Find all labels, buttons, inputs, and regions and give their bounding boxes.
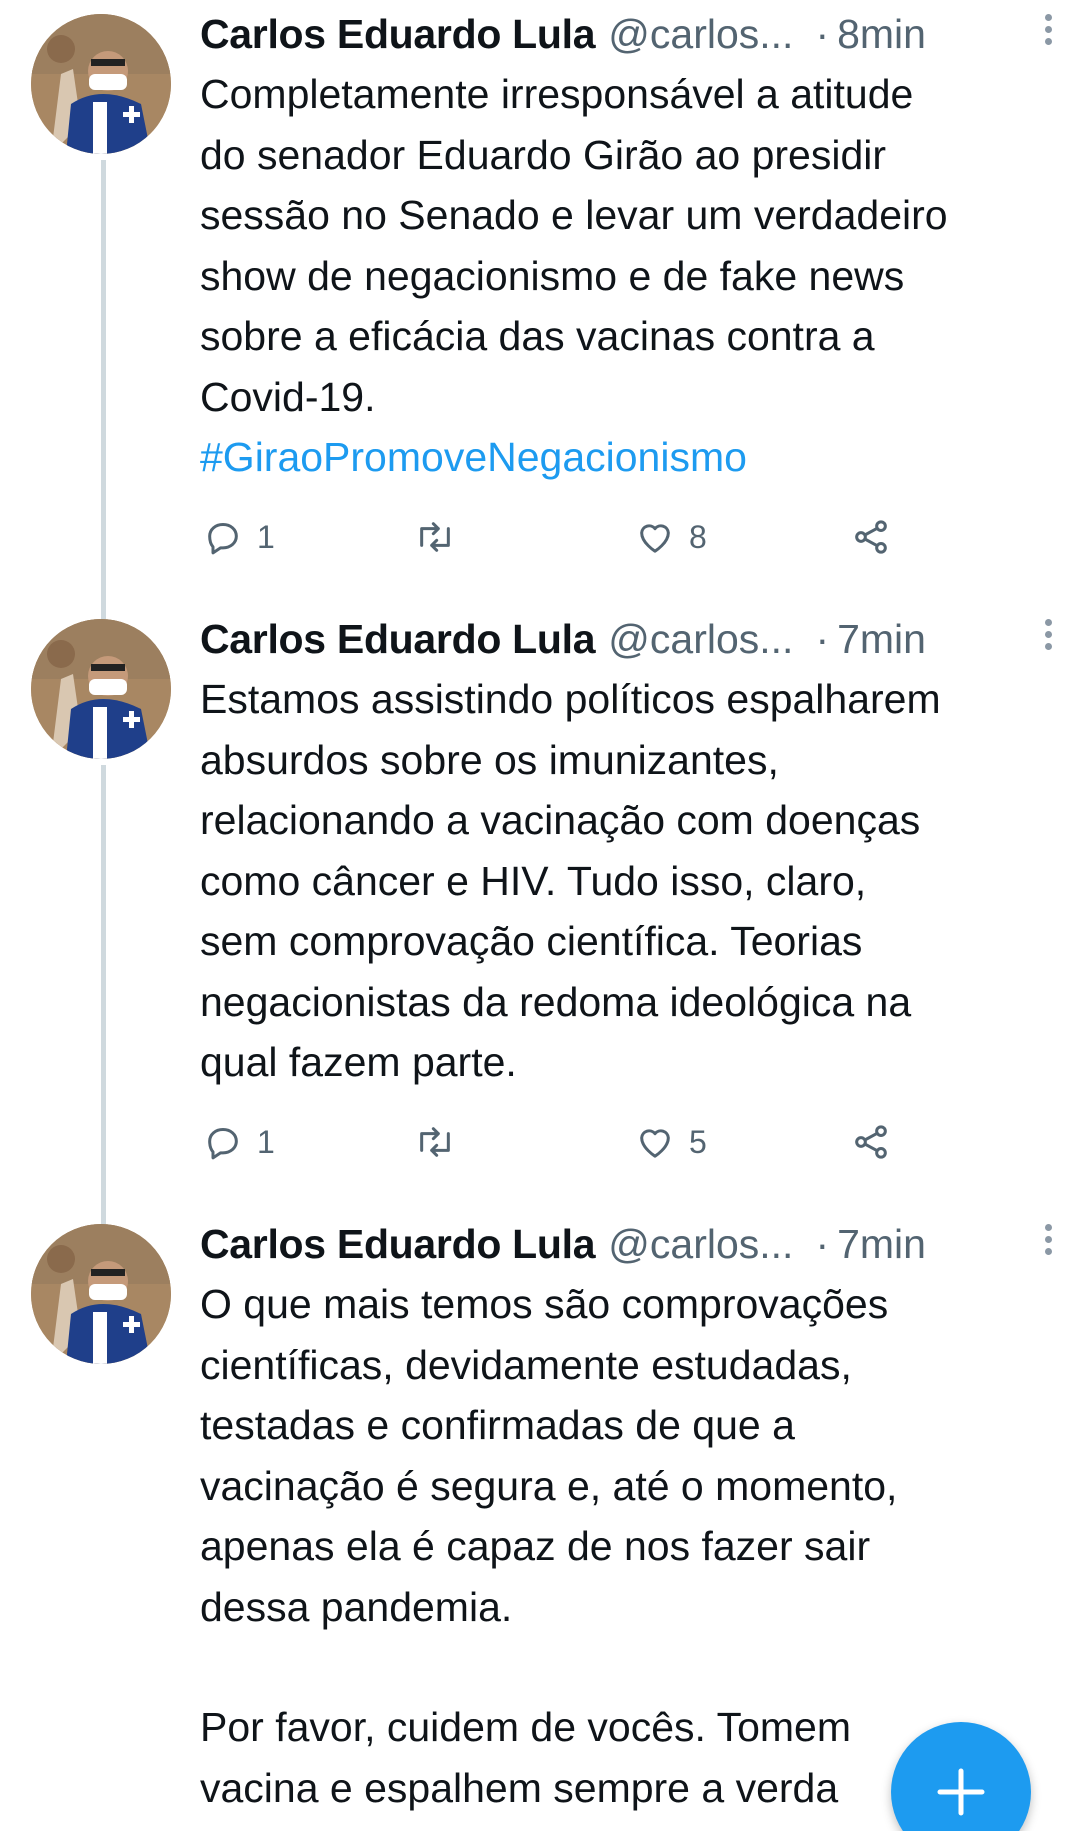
tweet-thread: Carlos Eduardo Lula @carlos... · 8min Co… [0,0,1080,1831]
like-button[interactable]: 8 [635,512,707,562]
thread-line [101,160,106,605]
separator: · [815,10,830,57]
retweet-button[interactable] [413,1117,471,1167]
retweet-icon [420,522,450,552]
text-line: do senador Eduardo Girão ao presidir [200,131,887,178]
reply-icon [208,1128,238,1160]
user-avatar-photo-icon [31,1224,171,1364]
plus-icon [937,1768,985,1816]
share-icon [855,520,887,554]
text-line: show de negacionismo e de fake news [200,252,905,299]
reply-button[interactable]: 1 [203,512,275,562]
heart-icon [640,1129,670,1158]
author-handle[interactable]: @carlos... [608,1221,793,1268]
text-line: Completamente irresponsável a atitude [200,71,914,117]
tweet-header: Carlos Eduardo Lula @carlos... · 7min [200,609,1060,669]
avatar[interactable] [31,1224,171,1364]
more-options-icon[interactable] [1038,14,1058,54]
user-avatar-photo-icon [31,14,171,154]
timestamp[interactable]: 8min [837,11,926,58]
share-icon [855,1125,887,1159]
thread-line [101,765,106,1210]
author-name[interactable]: Carlos Eduardo Lula [200,11,596,58]
tweet-text: Completamente irresponsável a atitude do… [200,64,1060,488]
retweet-icon [420,1127,450,1157]
text-line: testadas e confirmadas de que a [200,1402,795,1448]
text-line: como câncer e HIV. Tudo isso, claro, [200,857,867,904]
text-line: sessão no Senado e levar um verdadeiro [200,192,948,238]
tweet-header: Carlos Eduardo Lula @carlos... · 7min [200,1214,1060,1274]
hashtag-link[interactable]: #GiraoPromoveNegacionismo [200,427,1060,488]
text-line: absurdos sobre os imunizantes, [200,736,779,783]
author-name[interactable]: Carlos Eduardo Lula [200,616,596,663]
separator: · [815,615,830,662]
author-name[interactable]: Carlos Eduardo Lula [200,1221,596,1268]
text-line: dessa pandemia. [200,1583,513,1630]
text-line: Covid-19. [200,373,376,420]
text-line: Estamos assistindo políticos espalharem [200,676,941,722]
author-handle[interactable]: @carlos... [608,11,793,58]
text-line: relacionando a vacinação com doenças [200,797,921,843]
text-line: sobre a eficácia das vacinas contra a [200,313,875,359]
heart-icon [640,524,670,553]
more-options-icon[interactable] [1038,619,1058,659]
tweet-actions: 1 8 [200,512,920,562]
tweet[interactable]: Carlos Eduardo Lula @carlos... · 7min Es… [0,605,1080,1210]
reply-count: 1 [257,518,275,555]
text-line: apenas ela é capaz de nos fazer sair [200,1523,871,1569]
reply-button[interactable]: 1 [203,1117,275,1167]
text-line: científicas, devidamente estudadas, [200,1341,852,1388]
avatar[interactable] [31,619,171,759]
tweet[interactable]: Carlos Eduardo Lula @carlos... · 8min Co… [0,0,1080,605]
tweet-text: Estamos assistindo políticos espalharem … [200,669,1060,1093]
author-handle[interactable]: @carlos... [608,616,793,663]
text-line: vacina e espalhem sempre a verda [200,1764,839,1811]
avatar[interactable] [31,14,171,154]
text-line: sem comprovação científica. Teorias [200,918,863,964]
tweet-header: Carlos Eduardo Lula @carlos... · 8min [200,4,1060,64]
tweet-actions: 1 5 [200,1117,920,1167]
share-button[interactable] [851,1117,891,1167]
timestamp[interactable]: 7min [837,1221,926,1268]
text-line: negacionistas da redoma ideológica na [200,978,912,1025]
like-count: 5 [689,1123,707,1160]
thread-line [101,605,106,619]
thread-line [101,1210,106,1224]
separator: · [815,1220,830,1267]
text-line: Por favor, cuidem de vocês. Tomem [200,1704,851,1750]
like-button[interactable]: 5 [635,1117,707,1167]
user-avatar-photo-icon [31,619,171,759]
more-options-icon[interactable] [1038,1224,1058,1264]
like-count: 8 [689,518,707,555]
text-line: vacinação é segura e, até o momento, [200,1462,898,1509]
timestamp[interactable]: 7min [837,616,926,663]
text-line: qual fazem parte. [200,1039,517,1085]
retweet-button[interactable] [413,512,471,562]
share-button[interactable] [851,512,891,562]
reply-count: 1 [257,1123,275,1160]
reply-icon [208,523,238,555]
text-line: O que mais temos são comprovações [200,1281,889,1327]
